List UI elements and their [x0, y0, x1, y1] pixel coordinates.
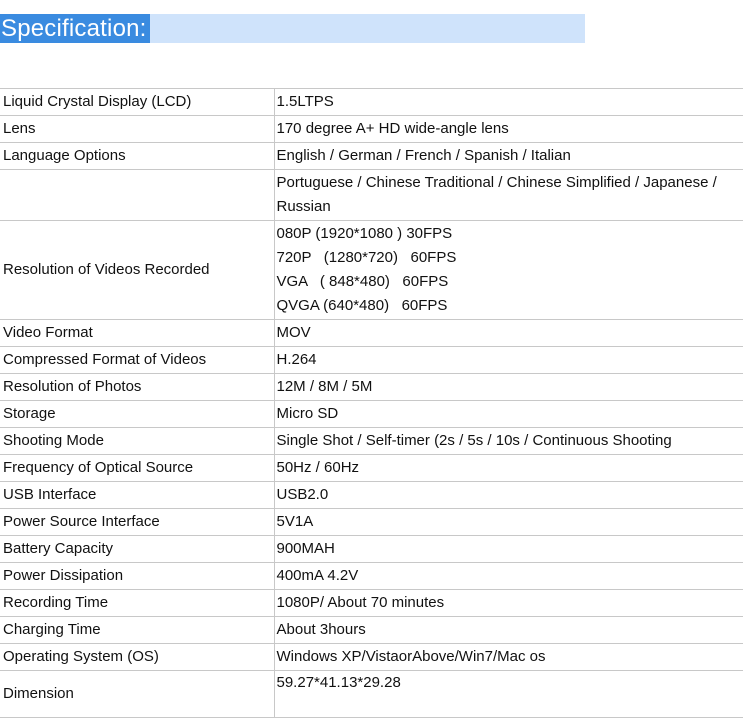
spec-row: Liquid Crystal Display (LCD) 1.5LTPS: [0, 88, 743, 116]
spec-row: Resolution of Videos Recorded 080P (1920*…: [0, 220, 743, 320]
spec-label: Language Options: [0, 142, 275, 170]
spec-label: USB Interface: [0, 481, 275, 509]
spec-value-line: QVGA (640*480) 60FPS: [276, 297, 448, 314]
spec-value-line: 720P (1280*720) 60FPS: [276, 249, 457, 266]
spec-label: Frequency of Optical Source: [0, 454, 275, 482]
spec-value: 400mA 4.2V: [274, 562, 743, 590]
spec-label: Liquid Crystal Display (LCD): [0, 88, 275, 116]
spec-value-line: MOV: [276, 324, 311, 341]
spec-row: Frequency of Optical Source 50Hz / 60Hz: [0, 454, 743, 482]
spec-value: Single Shot / Self-timer (2s / 5s / 10s …: [274, 427, 743, 455]
spec-value-line: 12M / 8M / 5M: [276, 378, 373, 395]
spec-value: Micro SD: [274, 400, 743, 428]
spec-label: Recording Time: [0, 589, 275, 617]
spec-value: 5V1A: [274, 508, 743, 536]
spec-row: Storage Micro SD: [0, 400, 743, 428]
spec-value-line: 59.27*41.13*29.28: [276, 674, 401, 691]
spec-row: Dimension 59.27*41.13*29.28: [0, 670, 743, 718]
spec-value: H.264: [274, 346, 743, 374]
spec-row: Video Format MOV: [0, 319, 743, 347]
spec-value: 59.27*41.13*29.28: [274, 670, 743, 718]
title-bar: Specification:: [0, 14, 585, 43]
spec-value-line: 1080P/ About 70 minutes: [276, 594, 445, 611]
spec-value-line: 5V1A: [276, 513, 314, 530]
spec-value: Windows XP/VistaorAbove/Win7/Mac os: [274, 643, 743, 671]
spec-value-line: VGA ( 848*480) 60FPS: [276, 273, 449, 290]
spec-value: USB2.0: [274, 481, 743, 509]
spec-label: Storage: [0, 400, 275, 428]
page-title: Specification:: [0, 14, 150, 43]
spec-label: Compressed Format of Videos: [0, 346, 275, 374]
spec-value: 900MAH: [274, 535, 743, 563]
spec-value-line: Windows XP/VistaorAbove/Win7/Mac os: [276, 648, 546, 665]
spec-row: Resolution of Photos 12M / 8M / 5M: [0, 373, 743, 401]
spec-value: 50Hz / 60Hz: [274, 454, 743, 482]
spec-row: USB Interface USB2.0: [0, 481, 743, 509]
spec-row: Compressed Format of Videos H.264: [0, 346, 743, 374]
spec-value-line: 900MAH: [276, 540, 335, 557]
spec-label: Video Format: [0, 319, 275, 347]
spec-label: Charging Time: [0, 616, 275, 644]
spec-value: 170 degree A+ HD wide-angle lens: [274, 115, 743, 143]
spec-value-line: Micro SD: [276, 405, 339, 422]
spec-value: 1.5LTPS: [274, 88, 743, 116]
spec-row: Shooting Mode Single Shot / Self-timer (2…: [0, 427, 743, 455]
spec-value-line: H.264: [276, 351, 317, 368]
spec-value-line: USB2.0: [276, 486, 329, 503]
spec-value: About 3hours: [274, 616, 743, 644]
spec-value: English / German / French / Spanish / It…: [274, 142, 743, 170]
specification-table-body: Liquid Crystal Display (LCD) 1.5LTPS Lens 1…: [0, 88, 743, 718]
spec-row: Power Source Interface 5V1A: [0, 508, 743, 536]
spec-label: Battery Capacity: [0, 535, 275, 563]
spec-value-line: Portuguese / Chinese Traditional / Chine…: [276, 174, 717, 191]
spec-value: 080P (1920*1080 ) 30FPS 720P (1280*720) 6…: [274, 220, 743, 320]
spec-row: Recording Time 1080P/ About 70 minutes: [0, 589, 743, 617]
spec-label: Shooting Mode: [0, 427, 275, 455]
spec-value-line: 50Hz / 60Hz: [276, 459, 360, 476]
spec-label: Resolution of Photos: [0, 373, 275, 401]
spec-value: Portuguese / Chinese Traditional / Chine…: [274, 169, 743, 221]
spec-value: MOV: [274, 319, 743, 347]
spec-row: Language Options English / German / Frenc…: [0, 142, 743, 170]
spec-value-line: 400mA 4.2V: [276, 567, 359, 584]
spec-label: Power Dissipation: [0, 562, 275, 590]
spec-value-line: 1.5LTPS: [276, 93, 334, 110]
spec-value-line: English / German / French / Spanish / It…: [276, 147, 571, 164]
spec-value: 12M / 8M / 5M: [274, 373, 743, 401]
spec-value-line: About 3hours: [276, 621, 366, 638]
spec-label: Lens: [0, 115, 275, 143]
spec-row: Operating System (OS) Windows XP/VistaorA…: [0, 643, 743, 671]
spec-label: Dimension: [0, 670, 275, 718]
spec-label: Power Source Interface: [0, 508, 275, 536]
spec-value-line: 080P (1920*1080 ) 30FPS: [276, 225, 453, 242]
spec-label: Resolution of Videos Recorded: [0, 220, 275, 320]
spec-row: Power Dissipation 400mA 4.2V: [0, 562, 743, 590]
spec-label: [0, 169, 275, 221]
spec-row: Charging Time About 3hours: [0, 616, 743, 644]
spec-row: Portuguese / Chinese Traditional / Chine…: [0, 169, 743, 221]
spec-row: Battery Capacity 900MAH: [0, 535, 743, 563]
spec-value-line: 170 degree A+ HD wide-angle lens: [276, 120, 509, 137]
spec-value: 1080P/ About 70 minutes: [274, 589, 743, 617]
spec-value-line: Single Shot / Self-timer (2s / 5s / 10s …: [276, 432, 672, 449]
specification-table: Liquid Crystal Display (LCD) 1.5LTPS Lens 1…: [0, 88, 743, 718]
spec-label: Operating System (OS): [0, 643, 275, 671]
spec-row: Lens 170 degree A+ HD wide-angle lens: [0, 115, 743, 143]
spec-value-line: Russian: [276, 198, 331, 215]
